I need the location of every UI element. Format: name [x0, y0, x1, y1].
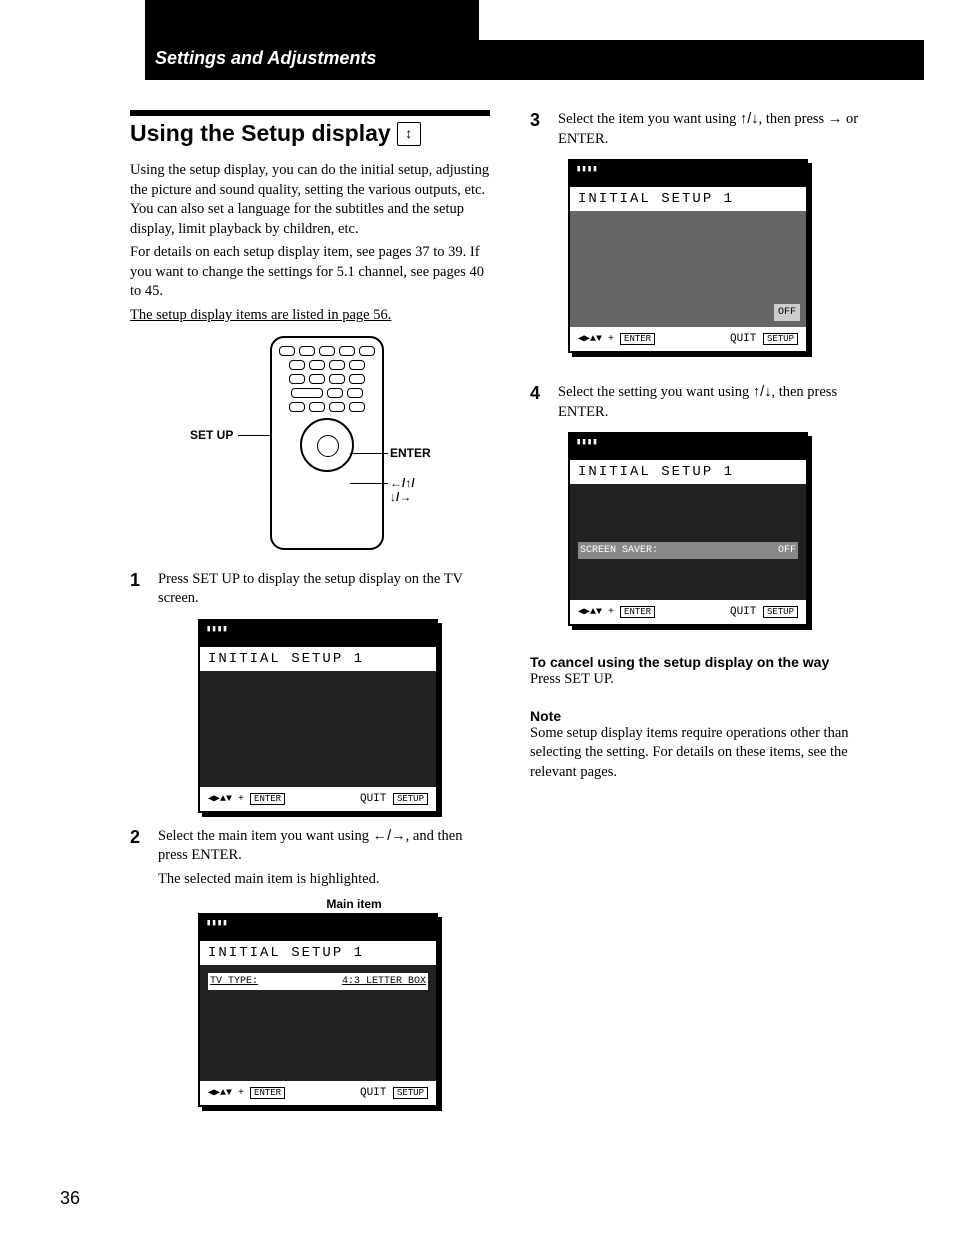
- intro-paragraph-3: The setup display items are listed in pa…: [130, 306, 490, 326]
- step-number: 3: [530, 110, 546, 353]
- osd-screen-2: ▮▮▮▮ INITIAL SETUP 1 TV TYPE: 4:3 LETTER…: [198, 913, 438, 1107]
- callout-enter: ENTER: [390, 446, 431, 460]
- note-body: Some setup display items require operati…: [530, 724, 890, 783]
- intro-paragraph-1: Using the setup display, you can do the …: [130, 161, 490, 239]
- osd-screen-3: ▮▮▮▮ INITIAL SETUP 1 OFF ◀▶▲▼ + ENTER QU…: [568, 159, 808, 353]
- page-title: Using the Setup display: [130, 120, 490, 147]
- osd-body: [200, 671, 436, 787]
- up-down-arrow-icon: ↑/↓: [740, 111, 759, 127]
- cancel-heading: To cancel using the setup display on the…: [530, 654, 890, 670]
- step-number: 4: [530, 383, 546, 626]
- section-header: Settings and Adjustments: [145, 40, 924, 80]
- page-number: 36: [60, 1188, 80, 1209]
- header-black-block: [145, 0, 479, 40]
- step-4: 4 Select the setting you want using ↑/↓,…: [530, 383, 890, 626]
- osd-body: TV TYPE: 4:3 LETTER BOX: [200, 965, 436, 1081]
- step-1-text: Press SET UP to display the setup displa…: [158, 570, 490, 609]
- osd-tabs: ▮▮▮▮: [200, 621, 436, 647]
- step-1: 1 Press SET UP to display the setup disp…: [130, 570, 490, 813]
- up-down-arrow-icon: ↑/↓: [753, 384, 772, 400]
- osd-tabs: ▮▮▮▮: [200, 915, 436, 941]
- cancel-body: Press SET UP.: [530, 670, 890, 690]
- title-block: Using the Setup display: [130, 110, 490, 147]
- osd-title: INITIAL SETUP 1: [200, 941, 436, 965]
- osd-tabs: ▮▮▮▮: [570, 161, 806, 187]
- osd-footer: ◀▶▲▼ + ENTER QUIT SETUP: [200, 1081, 436, 1105]
- step-number: 2: [130, 827, 146, 1108]
- remote-wheel-icon: [300, 418, 354, 472]
- osd-title: INITIAL SETUP 1: [570, 187, 806, 211]
- left-column: Using the Setup display Using the setup …: [130, 110, 490, 1107]
- osd-title: INITIAL SETUP 1: [570, 460, 806, 484]
- section-title: Settings and Adjustments: [155, 48, 376, 68]
- osd-body: OFF: [570, 211, 806, 327]
- step-3-text: Select the item you want using ↑/↓, then…: [558, 110, 890, 149]
- osd-title: INITIAL SETUP 1: [200, 647, 436, 671]
- content-columns: Using the Setup display Using the setup …: [130, 110, 894, 1107]
- remote-body: [270, 336, 384, 550]
- osd-tabs: ▮▮▮▮: [570, 434, 806, 460]
- remote-control-diagram: SET UP ENTER ←/↑/↓/→: [200, 336, 420, 556]
- step-2-text: Select the main item you want using ←/→,…: [158, 827, 490, 866]
- note-heading: Note: [530, 708, 890, 724]
- osd-off-tag: OFF: [774, 304, 800, 321]
- left-right-arrow-icon: ←/→: [373, 828, 406, 844]
- step-2-text-2: The selected main item is highlighted.: [158, 870, 490, 890]
- osd-footer: ◀▶▲▼ + ENTER QUIT SETUP: [570, 327, 806, 351]
- remote-icon: [397, 122, 421, 146]
- right-column: 3 Select the item you want using ↑/↓, th…: [530, 110, 890, 1107]
- step-3: 3 Select the item you want using ↑/↓, th…: [530, 110, 890, 353]
- callout-arrows: ←/↑/↓/→: [390, 476, 420, 504]
- main-item-label: Main item: [218, 897, 490, 911]
- right-arrow-icon: →: [828, 111, 843, 127]
- osd-screen-1: ▮▮▮▮ INITIAL SETUP 1 ◀▶▲▼ + ENTER QUIT S…: [198, 619, 438, 813]
- intro-paragraph-2: For details on each setup display item, …: [130, 243, 490, 302]
- manual-page: Settings and Adjustments Using the Setup…: [0, 0, 954, 1233]
- osd-body: SCREEN SAVER: OFF: [570, 484, 806, 600]
- osd-footer: ◀▶▲▼ + ENTER QUIT SETUP: [200, 787, 436, 811]
- osd-footer: ◀▶▲▼ + ENTER QUIT SETUP: [570, 600, 806, 624]
- step-4-text: Select the setting you want using ↑/↓, t…: [558, 383, 890, 422]
- step-2: 2 Select the main item you want using ←/…: [130, 827, 490, 1108]
- osd-screen-4: ▮▮▮▮ INITIAL SETUP 1 SCREEN SAVER: OFF: [568, 432, 808, 626]
- step-number: 1: [130, 570, 146, 813]
- callout-setup: SET UP: [190, 428, 233, 442]
